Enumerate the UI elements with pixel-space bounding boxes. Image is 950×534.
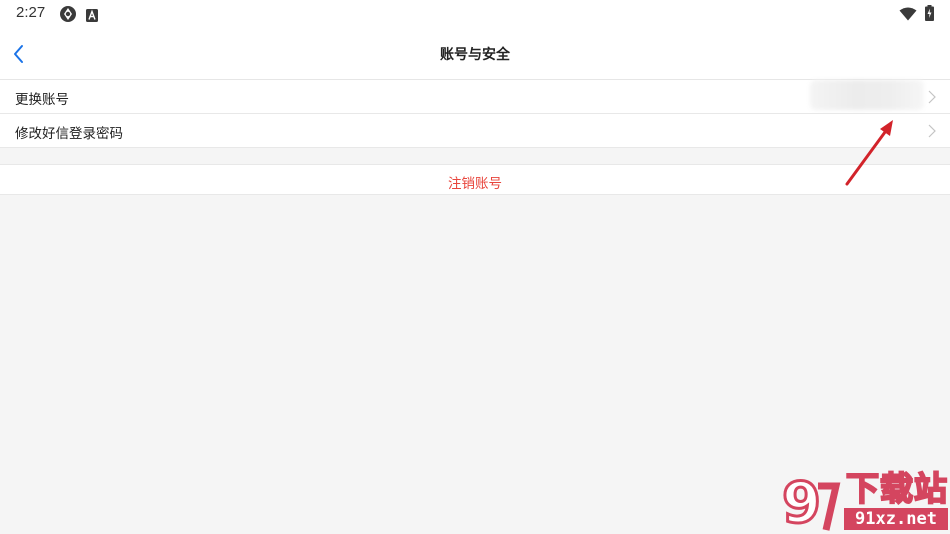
annotation-arrow-icon: [845, 120, 893, 186]
change-password-label: 修改好信登录密码: [15, 126, 123, 142]
status-bar: 2:27: [0, 0, 950, 28]
watermark-brand: 下载站: [845, 469, 948, 509]
wifi-icon: [899, 6, 917, 25]
watermark-url: 91xz.net: [844, 508, 948, 530]
settings-list: 更换账号 修改好信登录密码: [0, 80, 950, 148]
nav-bar: 账号与安全: [0, 28, 950, 80]
svg-text:9: 9: [782, 472, 821, 532]
page-title: 账号与安全: [440, 47, 510, 63]
chevron-right-icon: [928, 124, 936, 138]
battery-charging-icon: [925, 5, 934, 25]
delete-account-label: 注销账号: [448, 176, 502, 192]
change-account-row[interactable]: 更换账号: [0, 80, 950, 114]
watermark: 9 下载站 91xz.net: [778, 469, 950, 534]
watermark-logo: 9: [781, 472, 841, 532]
delete-account-button[interactable]: 注销账号: [0, 164, 950, 195]
chevron-right-icon: [928, 90, 936, 104]
change-password-row[interactable]: 修改好信登录密码: [0, 114, 950, 148]
sync-icon: [59, 5, 77, 27]
status-time: 2:27: [16, 4, 46, 21]
obscured-account-value: [810, 80, 924, 110]
change-account-label: 更换账号: [15, 92, 69, 108]
app-a-icon: [86, 7, 98, 26]
